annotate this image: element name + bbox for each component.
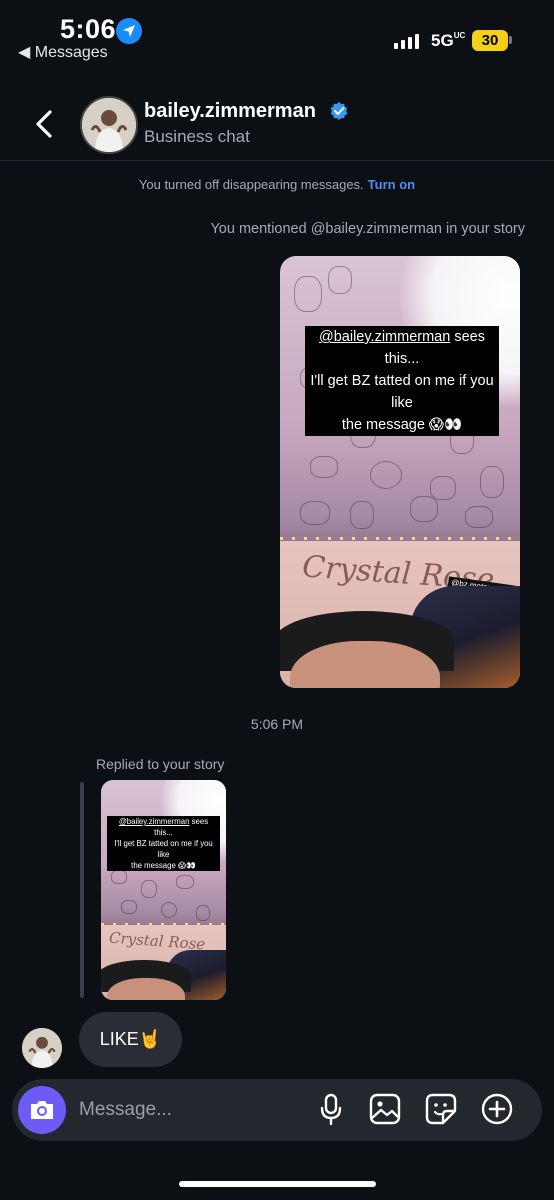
sticker-icon [425, 1093, 457, 1125]
story-mention-label: You mentioned @bailey.zimmerman in your … [210, 221, 525, 237]
location-arrow-icon [116, 18, 142, 44]
profile-username[interactable]: bailey.zimmerman [144, 100, 316, 123]
profile-avatar[interactable] [80, 96, 138, 154]
story-caption: @bailey.zimmerman sees this... I'll get … [305, 326, 499, 436]
thumbnail-caption: @bailey.zimmerman sees this... I'll get … [107, 816, 220, 871]
disappearing-messages-notice: You turned off disappearing messages. Tur… [0, 177, 554, 192]
battery-tip [509, 36, 512, 44]
camera-icon [31, 1101, 53, 1119]
message-timestamp: 5:06 PM [250, 716, 304, 732]
gallery-icon [369, 1093, 401, 1125]
status-time: 5:06 [60, 14, 117, 44]
more-options-button[interactable] [480, 1092, 514, 1126]
story-image: Crystal Rose @bz motorsports @bailey.zim… [280, 256, 520, 688]
reply-quote-bar [80, 782, 84, 998]
replied-story-thumbnail[interactable]: Crystal Rose @bailey.zimmerman sees this… [101, 780, 226, 1000]
story-thumbnail-image: Crystal Rose @bailey.zimmerman sees this… [101, 780, 226, 1000]
home-indicator[interactable] [179, 1181, 376, 1187]
chevron-left-icon [36, 110, 52, 138]
story-mention-card[interactable]: Crystal Rose @bz motorsports @bailey.zim… [280, 256, 520, 688]
signal-strength-icon [394, 34, 419, 49]
notice-text: You turned off disappearing messages. [138, 177, 364, 192]
gallery-button[interactable] [368, 1092, 402, 1126]
microphone-icon [320, 1093, 342, 1125]
message-input[interactable] [79, 1096, 299, 1124]
sticker-button[interactable] [424, 1092, 458, 1126]
sender-avatar[interactable] [22, 1028, 62, 1068]
battery-indicator: 30 [472, 30, 508, 51]
chat-type-label: Business chat [144, 127, 250, 146]
plus-icon [481, 1093, 513, 1125]
microphone-button[interactable] [314, 1092, 348, 1126]
header-divider [0, 160, 554, 161]
camera-button[interactable] [18, 1086, 66, 1134]
network-type: 5GUC [431, 31, 466, 50]
back-to-messages-link[interactable]: ◀ Messages [18, 42, 108, 62]
message-bubble[interactable]: LIKE🤘 [79, 1012, 182, 1067]
verified-badge-icon [329, 101, 349, 121]
turn-on-link[interactable]: Turn on [368, 177, 415, 192]
replied-to-story-label: Replied to your story [96, 756, 225, 772]
back-button[interactable] [30, 104, 64, 144]
